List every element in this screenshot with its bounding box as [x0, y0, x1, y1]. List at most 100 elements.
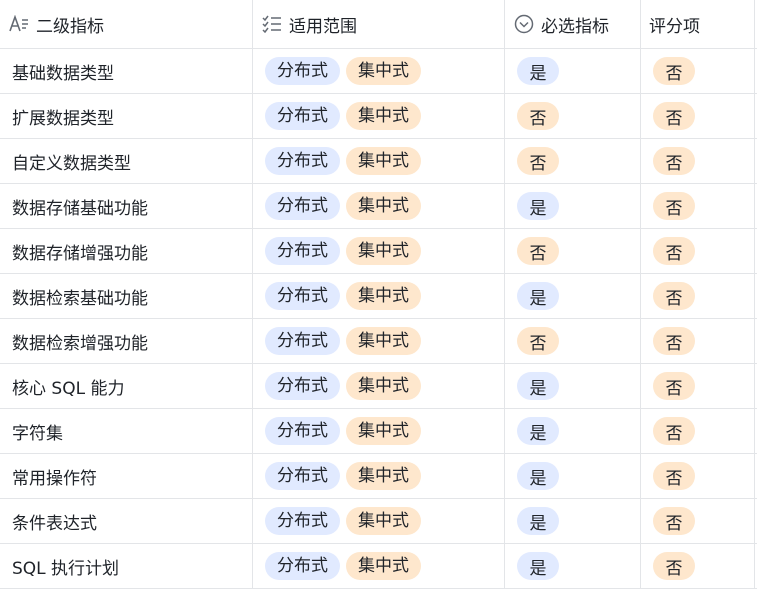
multi-select-icon [261, 13, 283, 35]
scope-cell[interactable]: 分布式 集中式 [253, 139, 505, 183]
scoring-cell[interactable]: 否 [641, 184, 755, 228]
indicator-name-cell[interactable]: 条件表达式 [0, 499, 253, 543]
scope-cell[interactable]: 分布式 集中式 [253, 454, 505, 498]
scoring-badge: 否 [653, 327, 695, 355]
tag-distributed: 分布式 [265, 102, 340, 130]
scope-cell[interactable]: 分布式 集中式 [253, 274, 505, 318]
required-cell[interactable]: 是 [505, 49, 641, 93]
table-row[interactable]: 常用操作符 分布式 集中式是 否 [0, 454, 757, 499]
scoring-badge: 否 [653, 192, 695, 220]
table-row[interactable]: 字符集 分布式 集中式是否 [0, 409, 757, 454]
scope-cell[interactable]: 分布式 集中式 [253, 184, 505, 228]
scope-cell[interactable]: 分布式 集中式 [253, 49, 505, 93]
scoring-badge: 否 [653, 417, 695, 445]
indicator-name-cell[interactable]: 常用操作符 [0, 454, 253, 498]
indicator-name-cell[interactable]: 核心 SQL 能力 [0, 364, 253, 408]
scoring-cell[interactable]: 否 [641, 49, 755, 93]
text-field-icon [8, 13, 30, 35]
indicator-name: 条件表达式 [12, 513, 97, 534]
table-row[interactable]: 数据存储增强功能 分布式 集中式否否 [0, 229, 757, 274]
required-cell[interactable]: 否 [505, 229, 641, 273]
required-cell[interactable]: 是 [505, 274, 641, 318]
required-badge: 是 [517, 57, 559, 85]
indicator-name-cell[interactable]: 数据检索基础功能 [0, 274, 253, 318]
table-header: 二级指标 适用范围 必选指标 评分项 [0, 0, 757, 49]
indicator-name: 数据存储基础功能 [12, 198, 148, 219]
table-row[interactable]: SQL 执行计划 分布式 集中式是否 [0, 544, 757, 589]
required-cell[interactable]: 是 [505, 544, 641, 588]
required-cell[interactable]: 是 [505, 184, 641, 228]
indicator-name-cell[interactable]: 基础数据类型 [0, 49, 253, 93]
scope-cell[interactable]: 分布式 集中式 [253, 229, 505, 273]
indicator-table: 二级指标 适用范围 必选指标 评分项 基础数据类型 分布式 集中式是否扩展数据类型分… [0, 0, 757, 589]
column-header-required[interactable]: 必选指标 [505, 0, 641, 48]
scope-cell[interactable]: 分布式 集中式 [253, 364, 505, 408]
table-row[interactable]: 基础数据类型 分布式 集中式是 否 [0, 49, 757, 94]
scoring-cell[interactable]: 否 [641, 229, 755, 273]
table-row[interactable]: 条件表达式 分布式 集中式是 否 [0, 499, 757, 544]
required-badge: 是 [517, 192, 559, 220]
scoring-badge: 否 [653, 462, 695, 490]
table-row[interactable]: 扩展数据类型 分布式 集中式否否 [0, 94, 757, 139]
required-cell[interactable]: 否 [505, 139, 641, 183]
table-row[interactable]: 自定义数据类型 分布式 集中式否否 [0, 139, 757, 184]
required-cell[interactable]: 是 [505, 499, 641, 543]
tag-centralized: 集中式 [346, 147, 421, 175]
indicator-name: 数据检索增强功能 [12, 333, 148, 354]
indicator-name-cell[interactable]: 自定义数据类型 [0, 139, 253, 183]
tag-centralized: 集中式 [346, 372, 421, 400]
scope-cell[interactable]: 分布式 集中式 [253, 499, 505, 543]
required-cell[interactable]: 是 [505, 454, 641, 498]
column-header-scope[interactable]: 适用范围 [253, 0, 505, 48]
scope-cell[interactable]: 分布式 集中式 [253, 409, 505, 453]
indicator-name-cell[interactable]: 数据存储增强功能 [0, 229, 253, 273]
scoring-cell[interactable]: 否 [641, 319, 755, 363]
indicator-name: 核心 SQL 能力 [12, 378, 125, 399]
scoring-cell[interactable]: 否 [641, 499, 755, 543]
scoring-cell[interactable]: 否 [641, 94, 755, 138]
indicator-name-cell[interactable]: 数据检索增强功能 [0, 319, 253, 363]
indicator-name-cell[interactable]: 数据存储基础功能 [0, 184, 253, 228]
table-row[interactable]: 数据存储基础功能 分布式 集中式是 否 [0, 184, 757, 229]
scoring-badge: 否 [653, 507, 695, 535]
scoring-cell[interactable]: 否 [641, 544, 755, 588]
scope-cell[interactable]: 分布式 集中式 [253, 544, 505, 588]
table-row[interactable]: 数据检索增强功能 分布式 集中式否否 [0, 319, 757, 364]
scoring-cell[interactable]: 否 [641, 139, 755, 183]
required-badge: 否 [517, 327, 559, 355]
table-body: 基础数据类型 分布式 集中式是否扩展数据类型 分布式 集中式否否自定义数据类型 分布式 集中… [0, 49, 757, 589]
scope-cell[interactable]: 分布式 集中式 [253, 94, 505, 138]
indicator-name: 字符集 [12, 423, 63, 444]
required-cell[interactable]: 是 [505, 364, 641, 408]
tag-centralized: 集中式 [346, 282, 421, 310]
table-row[interactable]: 数据检索基础功能 分布式 集中式是否 [0, 274, 757, 319]
column-header-scoring[interactable]: 评分项 [641, 0, 755, 48]
column-header-label: 评分项 [649, 16, 700, 37]
required-cell[interactable]: 否 [505, 94, 641, 138]
tag-distributed: 分布式 [265, 552, 340, 580]
scoring-cell[interactable]: 否 [641, 274, 755, 318]
required-cell[interactable]: 否 [505, 319, 641, 363]
scoring-badge: 否 [653, 552, 695, 580]
required-badge: 是 [517, 507, 559, 535]
indicator-name-cell[interactable]: 字符集 [0, 409, 253, 453]
required-badge: 否 [517, 147, 559, 175]
required-badge: 是 [517, 462, 559, 490]
tag-distributed: 分布式 [265, 282, 340, 310]
scope-cell[interactable]: 分布式 集中式 [253, 319, 505, 363]
scoring-badge: 否 [653, 237, 695, 265]
scoring-cell[interactable]: 否 [641, 364, 755, 408]
tag-distributed: 分布式 [265, 57, 340, 85]
tag-distributed: 分布式 [265, 147, 340, 175]
table-row[interactable]: 核心 SQL 能力 分布式 集中式是否 [0, 364, 757, 409]
indicator-name-cell[interactable]: 扩展数据类型 [0, 94, 253, 138]
required-cell[interactable]: 是 [505, 409, 641, 453]
tag-distributed: 分布式 [265, 462, 340, 490]
indicator-name-cell[interactable]: SQL 执行计划 [0, 544, 253, 588]
scoring-cell[interactable]: 否 [641, 454, 755, 498]
column-header-indicator[interactable]: 二级指标 [0, 0, 253, 48]
tag-distributed: 分布式 [265, 372, 340, 400]
tag-distributed: 分布式 [265, 237, 340, 265]
scoring-cell[interactable]: 否 [641, 409, 755, 453]
scoring-badge: 否 [653, 102, 695, 130]
